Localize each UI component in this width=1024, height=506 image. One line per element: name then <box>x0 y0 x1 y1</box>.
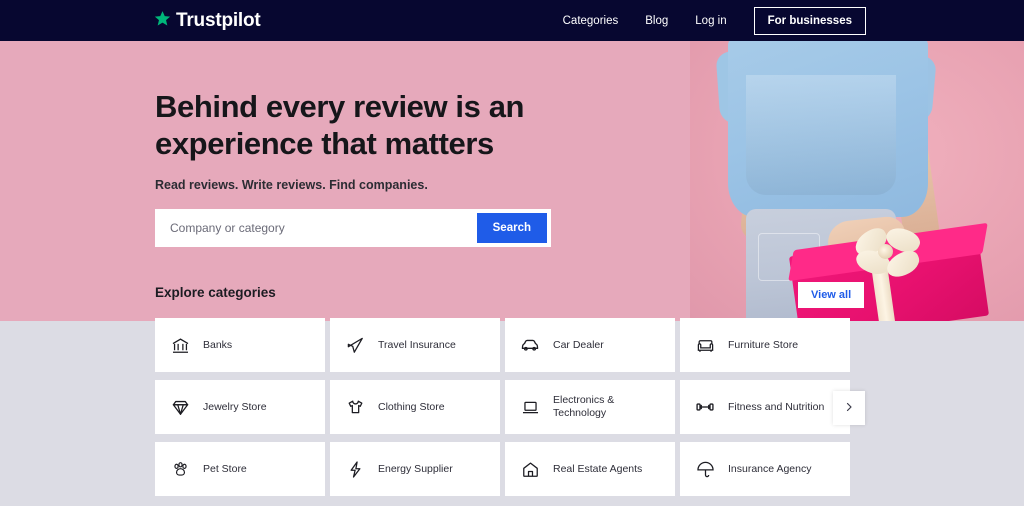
dumbbell-icon <box>695 397 715 417</box>
category-label: Clothing Store <box>378 401 445 414</box>
logo-text: Trustpilot <box>176 10 261 32</box>
category-card-clothing-store[interactable]: Clothing Store <box>330 380 500 434</box>
category-card-pet-store[interactable]: Pet Store <box>155 442 325 496</box>
paw-icon <box>170 459 190 479</box>
car-icon <box>520 335 540 355</box>
chevron-right-icon <box>843 401 855 416</box>
star-icon <box>154 10 171 32</box>
airplane-icon <box>345 335 365 355</box>
diamond-icon <box>170 397 190 417</box>
category-label: Electronics & Technology <box>553 394 660 420</box>
hero-image-tshirt <box>728 41 928 217</box>
hero-image <box>690 41 1024 321</box>
category-label: Banks <box>203 339 232 352</box>
top-navbar: Trustpilot Categories Blog Log in For bu… <box>0 0 1024 41</box>
category-label: Pet Store <box>203 463 247 476</box>
sofa-icon <box>695 335 715 355</box>
laptop-icon <box>520 397 540 417</box>
search-bar: Search <box>155 209 551 247</box>
category-card-real-estate-agents[interactable]: Real Estate Agents <box>505 442 675 496</box>
hero-image-bow <box>852 227 924 283</box>
umbrella-icon <box>695 459 715 479</box>
carousel-next-button[interactable] <box>833 391 865 425</box>
trustpilot-logo[interactable]: Trustpilot <box>154 10 261 32</box>
category-card-electronics-technology[interactable]: Electronics & Technology <box>505 380 675 434</box>
category-label: Fitness and Nutrition <box>728 401 824 414</box>
view-all-button[interactable]: View all <box>798 282 864 308</box>
nav-link-categories[interactable]: Categories <box>563 15 619 27</box>
hero-title-line-1: Behind every review is an <box>155 89 524 124</box>
category-card-energy-supplier[interactable]: Energy Supplier <box>330 442 500 496</box>
nav-link-blog[interactable]: Blog <box>645 15 668 27</box>
category-label: Real Estate Agents <box>553 463 642 476</box>
category-card-banks[interactable]: Banks <box>155 318 325 372</box>
tshirt-icon <box>345 397 365 417</box>
hero-title-line-2: experience that matters <box>155 126 494 161</box>
category-card-car-dealer[interactable]: Car Dealer <box>505 318 675 372</box>
category-card-travel-insurance[interactable]: Travel Insurance <box>330 318 500 372</box>
category-label: Energy Supplier <box>378 463 453 476</box>
category-card-furniture-store[interactable]: Furniture Store <box>680 318 850 372</box>
page-title: Behind every review is an experience tha… <box>155 88 715 162</box>
category-label: Insurance Agency <box>728 463 811 476</box>
bank-icon <box>170 335 190 355</box>
nav-link-login[interactable]: Log in <box>695 15 726 27</box>
category-card-fitness-and-nutrition[interactable]: Fitness and Nutrition <box>680 380 850 434</box>
lightning-bolt-icon <box>345 459 365 479</box>
nav-links: Categories Blog Log in For businesses <box>563 7 866 35</box>
category-label: Car Dealer <box>553 339 604 352</box>
for-businesses-button[interactable]: For businesses <box>754 7 866 35</box>
category-label: Travel Insurance <box>378 339 456 352</box>
category-label: Furniture Store <box>728 339 798 352</box>
category-label: Jewelry Store <box>203 401 267 414</box>
category-card-jewelry-store[interactable]: Jewelry Store <box>155 380 325 434</box>
explore-categories-heading: Explore categories <box>155 285 276 300</box>
search-input[interactable] <box>159 213 477 243</box>
trustpilot-homepage: Trustpilot Categories Blog Log in For bu… <box>0 0 1024 506</box>
house-icon <box>520 459 540 479</box>
category-grid: Banks Travel Insurance Car Dealer <box>155 318 867 496</box>
search-button[interactable]: Search <box>477 213 547 243</box>
category-card-insurance-agency[interactable]: Insurance Agency <box>680 442 850 496</box>
hero-subtitle: Read reviews. Write reviews. Find compan… <box>155 178 715 192</box>
hero-content: Behind every review is an experience tha… <box>155 88 715 247</box>
